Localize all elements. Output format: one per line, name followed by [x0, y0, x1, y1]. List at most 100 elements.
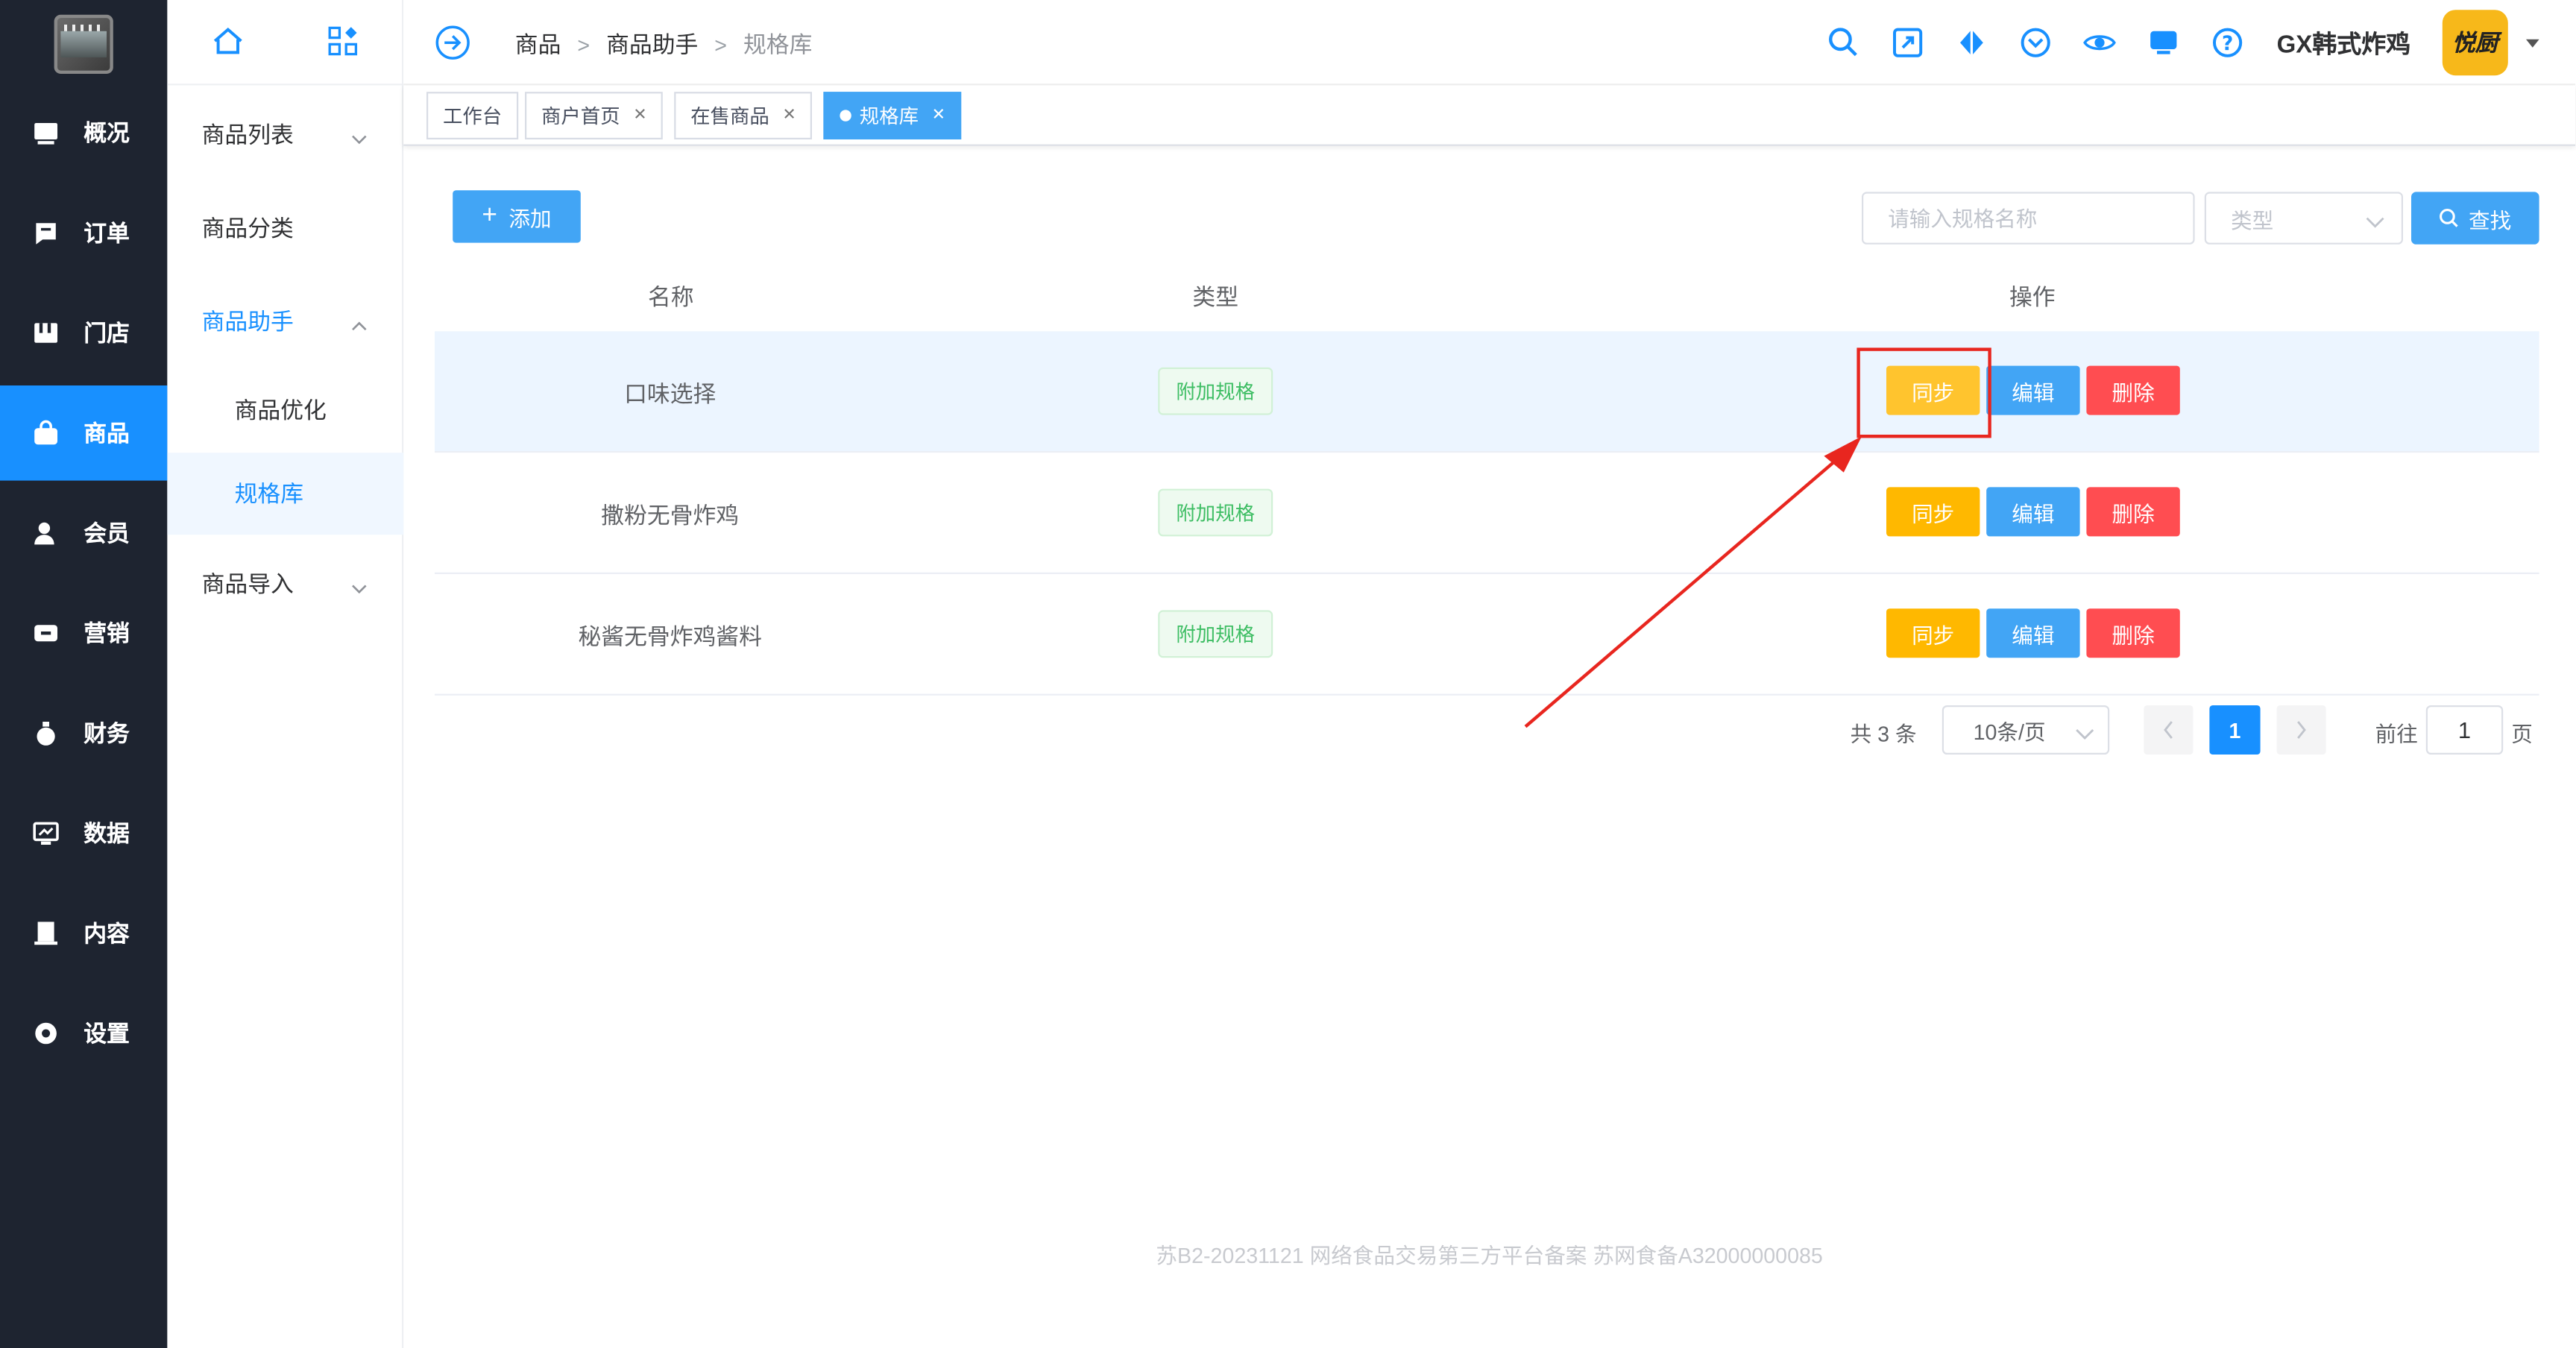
tab-spec-library[interactable]: 规格库 ✕: [823, 92, 963, 139]
menu-product-list[interactable]: 商品列表: [167, 89, 403, 180]
menu-product-import[interactable]: 商品导入: [167, 538, 403, 630]
sidebar-item-store[interactable]: 门店: [0, 286, 167, 381]
table-row: 秘酱无骨炸鸡酱料 附加规格 同步 编辑 删除: [435, 574, 2539, 696]
spec-name-search-input[interactable]: [1862, 192, 2195, 245]
download-icon[interactable]: [2019, 26, 2052, 59]
sidebar-item-members[interactable]: 会员: [0, 485, 167, 581]
sidebar-item-label: 数据: [84, 820, 130, 847]
store-icon: [33, 320, 59, 346]
settings-icon: [33, 1020, 59, 1046]
sidebar-item-overview[interactable]: 概况: [0, 85, 167, 180]
goto-page-input[interactable]: [2425, 705, 2504, 755]
fullscreen-icon[interactable]: [1892, 26, 1924, 59]
content-icon: [33, 920, 59, 946]
sidebar-item-data[interactable]: 数据: [0, 786, 167, 881]
breadcrumb-item[interactable]: 商品助手: [606, 28, 698, 60]
close-icon[interactable]: ✕: [633, 107, 646, 125]
add-button-label: 添加: [508, 206, 552, 231]
search-icon[interactable]: [1827, 26, 1860, 59]
search-button[interactable]: 查找: [2411, 192, 2539, 245]
close-icon[interactable]: ✕: [782, 107, 796, 125]
collapse-arrow-icon[interactable]: [435, 25, 470, 66]
menu-label: 商品列表: [201, 121, 294, 148]
brand-logo[interactable]: [54, 14, 113, 74]
shop-name[interactable]: GX韩式炸鸡: [2277, 26, 2411, 60]
close-icon[interactable]: ✕: [932, 107, 945, 125]
breadcrumb-separator-icon: >: [714, 31, 728, 57]
page-number-current[interactable]: 1: [2209, 705, 2261, 755]
sidebar-item-content[interactable]: 内容: [0, 886, 167, 981]
tab-on-sale[interactable]: 在售商品 ✕: [674, 92, 813, 139]
avatar[interactable]: 悦厨: [2442, 10, 2508, 76]
menu-label: 商品优化: [234, 397, 327, 423]
tab-label: 在售商品: [690, 104, 769, 128]
tab-merchant-home[interactable]: 商户首页 ✕: [525, 92, 664, 139]
type-select-placeholder: 类型: [2231, 207, 2274, 233]
column-header-name: 名称: [648, 283, 694, 310]
chevron-down-icon: [351, 123, 368, 149]
active-dot-icon: [840, 110, 851, 122]
type-tag: 附加规格: [1158, 488, 1273, 537]
breadcrumb-separator-icon: >: [577, 31, 591, 57]
sync-button[interactable]: 同步: [1886, 608, 1980, 658]
sync-button[interactable]: 同步: [1886, 487, 1980, 537]
spec-name: 撒粉无骨炸鸡: [601, 502, 740, 529]
tab-bar: 工作台 商户首页 ✕ 在售商品 ✕ 规格库 ✕: [403, 85, 2576, 146]
delete-button[interactable]: 删除: [2086, 608, 2180, 658]
monitor-icon[interactable]: [2147, 26, 2180, 59]
chevron-up-icon: [351, 310, 368, 336]
type-select[interactable]: 类型: [2204, 192, 2403, 245]
delete-button[interactable]: 删除: [2086, 365, 2180, 415]
sidebar-item-orders[interactable]: 订单: [0, 186, 167, 281]
chevron-left-icon: [2164, 721, 2173, 739]
help-icon[interactable]: ?: [2211, 26, 2244, 59]
breadcrumb-item[interactable]: 商品: [515, 28, 561, 60]
edit-button[interactable]: 编辑: [1986, 487, 2080, 537]
menu-product-optimize[interactable]: 商品优化: [167, 369, 403, 451]
sidebar-item-label: 会员: [84, 520, 130, 547]
eye-icon[interactable]: [2083, 26, 2116, 59]
sidebar-item-settings[interactable]: 设置: [0, 986, 167, 1081]
sidebar-item-label: 营销: [84, 620, 130, 646]
pagination-total: 共 3 条: [1850, 722, 1917, 746]
delete-button[interactable]: 删除: [2086, 487, 2180, 537]
edit-button[interactable]: 编辑: [1986, 365, 2080, 415]
caret-down-icon[interactable]: [2526, 39, 2539, 48]
page-size-value: 10条/页: [1973, 719, 2046, 744]
sidebar-item-label: 门店: [84, 320, 130, 347]
type-tag: 附加规格: [1158, 610, 1273, 658]
sidebar-item-marketing[interactable]: 营销: [0, 585, 167, 681]
home-icon[interactable]: [212, 25, 245, 63]
breadcrumb-item-current: 规格库: [743, 31, 813, 57]
app-grid-icon[interactable]: [328, 26, 358, 60]
ticket-icon: [33, 620, 59, 646]
column-header-actions: 操作: [2009, 283, 2056, 310]
sub-sidebar-top: [167, 0, 404, 86]
menu-label: 商品导入: [201, 570, 294, 597]
menu-label: 规格库: [234, 480, 303, 507]
edit-button[interactable]: 编辑: [1986, 608, 2080, 658]
page-size-select[interactable]: 10条/页: [1942, 705, 2110, 755]
menu-product-assistant[interactable]: 商品助手: [167, 276, 403, 368]
menu-product-category[interactable]: 商品分类: [167, 182, 403, 274]
shopping-bag-icon: [33, 420, 59, 446]
sidebar-item-label: 内容: [84, 920, 130, 947]
add-button[interactable]: + 添加: [453, 190, 581, 243]
plus-icon: +: [482, 201, 497, 230]
spec-name: 秘酱无骨炸鸡酱料: [578, 623, 762, 650]
next-page-button[interactable]: [2276, 705, 2326, 755]
menu-spec-library[interactable]: 规格库: [167, 453, 404, 535]
theme-icon[interactable]: [1955, 26, 1988, 59]
order-icon: [33, 220, 59, 246]
type-tag: 附加规格: [1158, 367, 1273, 415]
prev-page-button[interactable]: [2144, 705, 2194, 755]
table-header: 名称 类型 操作: [435, 262, 2539, 333]
header-icons: ?: [1827, 26, 2276, 59]
goto-label: 前往: [2375, 722, 2418, 746]
search-icon: [2440, 209, 2458, 227]
column-header-type: 类型: [1192, 283, 1238, 310]
menu-label: 商品助手: [201, 308, 294, 335]
sidebar-item-products[interactable]: 商品: [0, 385, 168, 481]
footer-license: 苏B2-20231121 网络食品交易第三方平台备案 苏网食备A32000000…: [1156, 1243, 1823, 1268]
tab-workbench[interactable]: 工作台: [426, 92, 519, 139]
